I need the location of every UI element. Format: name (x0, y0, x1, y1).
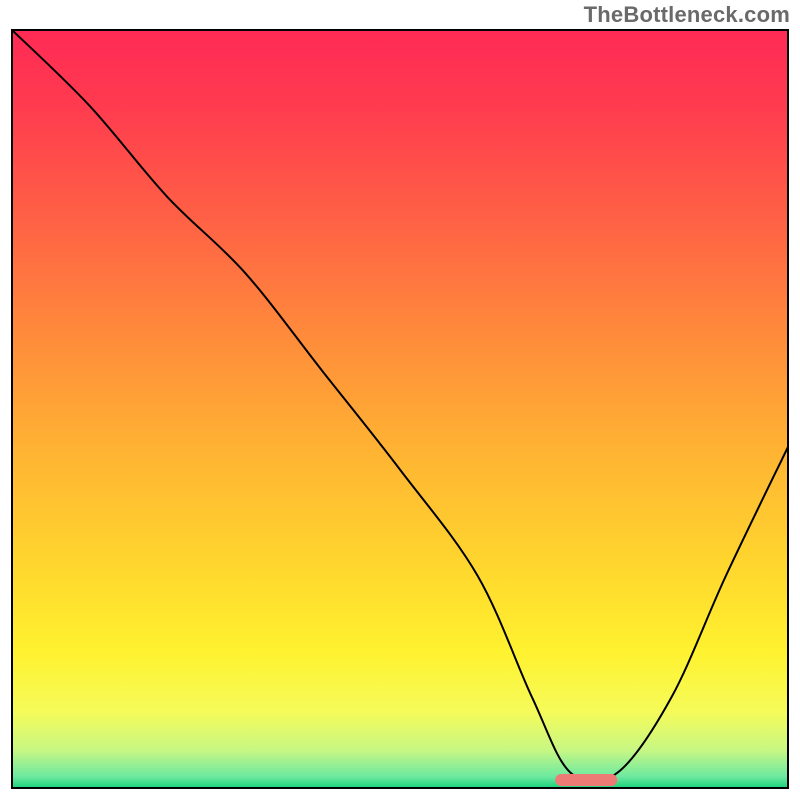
watermark-text: TheBottleneck.com (584, 2, 790, 28)
plot-background-gradient (12, 30, 788, 788)
optimal-marker (555, 774, 617, 786)
chart-stage: TheBottleneck.com (0, 0, 800, 800)
bottleneck-chart (0, 0, 800, 800)
